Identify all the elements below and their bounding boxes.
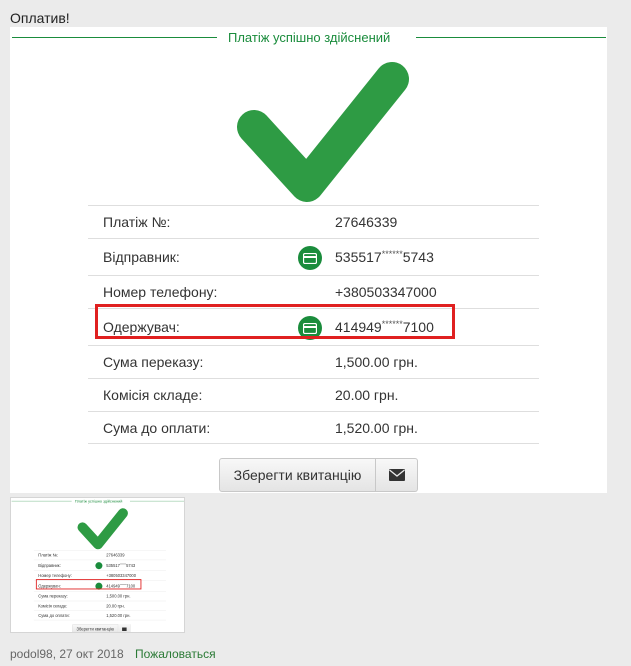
row-value: 1,500.00 грн. — [106, 593, 131, 599]
card-icon — [95, 562, 103, 570]
row-sender: Відправник: 535517******5743 — [88, 238, 539, 275]
row-commission: Комісія складе: 20.00 грн. — [33, 600, 166, 611]
envelope-icon — [388, 469, 405, 481]
title-rule-left — [12, 37, 217, 38]
recipient-highlight-box — [95, 304, 455, 339]
checkmark-icon — [77, 508, 128, 550]
row-value: 1,520.00 грн. — [335, 420, 418, 436]
row-label: Номер телефону: — [38, 573, 72, 578]
row-label: Відправник: — [103, 249, 180, 265]
row-total: Сума до оплати: 1,520.00 грн. — [33, 610, 166, 621]
row-total: Сума до оплати: 1,520.00 грн. — [88, 411, 539, 444]
save-receipt-button[interactable]: Зберегти квитанцію — [219, 458, 376, 492]
row-payment-number: Платіж №: 27646339 — [88, 205, 539, 238]
row-value: 20.00 грн. — [335, 387, 399, 403]
row-value: +380503347000 — [335, 284, 437, 300]
author-date: podol98, 27 окт 2018 — [10, 647, 124, 661]
row-label: Сума переказу: — [38, 593, 68, 599]
envelope-icon — [121, 627, 127, 632]
receipt-title: Платіж успішно здійснений — [228, 30, 391, 45]
row-value: 27646339 — [335, 214, 398, 230]
row-value: 20.00 грн. — [106, 603, 125, 609]
recipient-highlight-box — [35, 579, 142, 590]
save-receipt-group: Зберегти квитанцію — [219, 458, 418, 492]
card-icon — [298, 246, 322, 270]
row-sender: Відправник: 535517******5743 — [33, 559, 166, 571]
row-label: Платіж №: — [38, 552, 58, 558]
row-commission: Комісія складе: 20.00 грн. — [88, 378, 539, 411]
attachment-thumbnail[interactable]: Платіж успішно здійснений Платіж №: 2764… — [10, 497, 185, 633]
row-label: Номер телефону: — [103, 284, 218, 300]
row-value: 535517******5743 — [335, 249, 434, 265]
row-value: 1,520.00 грн. — [106, 613, 131, 618]
receipt-screenshot[interactable]: Платіж успішно здійснений Платіж №: 2764… — [10, 27, 607, 493]
title-rule-right — [416, 37, 606, 38]
checkmark-icon — [237, 62, 409, 202]
row-label: Сума переказу: — [103, 354, 204, 370]
email-receipt-button — [118, 624, 131, 632]
thumbnail-preview: Платіж успішно здійснений Платіж №: 2764… — [11, 498, 184, 632]
row-label: Сума до оплати: — [38, 613, 70, 618]
row-value: 27646339 — [106, 552, 125, 558]
row-label: Сума до оплати: — [103, 420, 211, 436]
row-label: Комісія складе: — [103, 387, 203, 403]
report-link[interactable]: Пожаловаться — [135, 647, 216, 661]
receipt-title: Платіж успішно здійснений — [74, 498, 123, 504]
row-transfer-amount: Сума переказу: 1,500.00 грн. — [33, 591, 166, 601]
row-value: +380503347000 — [106, 573, 136, 578]
save-receipt-button: Зберегти квитанцію — [72, 624, 119, 632]
post-footer: podol98, 27 окт 2018 Пожаловаться — [10, 647, 216, 661]
row-value: 535517******5743 — [106, 563, 136, 568]
row-label: Платіж №: — [103, 214, 171, 230]
email-receipt-button[interactable] — [376, 458, 418, 492]
row-transfer-amount: Сума переказу: 1,500.00 грн. — [88, 345, 539, 378]
row-value: 1,500.00 грн. — [335, 354, 418, 370]
row-payment-number: Платіж №: 27646339 — [33, 550, 166, 560]
row-label: Відправник: — [38, 563, 61, 568]
row-label: Комісія складе: — [38, 603, 68, 609]
save-receipt-group: Зберегти квитанцію — [72, 624, 131, 632]
post-text: Оплатив! — [10, 10, 70, 26]
